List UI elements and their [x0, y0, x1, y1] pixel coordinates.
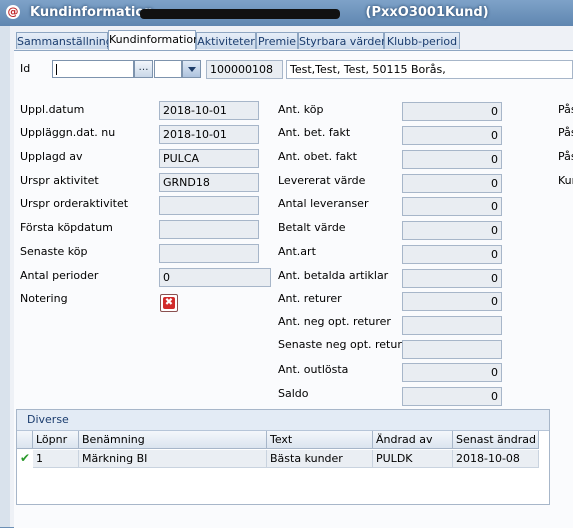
ellipsis-icon: …	[138, 62, 149, 73]
field-ant-obet-fakt: 0	[402, 150, 502, 169]
label-upplaggn-dat-nu: Uppläggn.dat. nu	[20, 126, 116, 139]
tab-aktiviteter[interactable]: Aktiviteter	[196, 32, 256, 49]
label-ant-returer: Ant. returer	[278, 292, 342, 305]
field-upplaggn-dat-nu: 2018-10-01	[159, 125, 259, 144]
label-senaste-kop: Senaste köp	[20, 245, 88, 258]
delete-icon: ✖	[163, 297, 175, 309]
grid-header-text[interactable]: Text	[267, 431, 373, 449]
label-ant-bet-fakt: Ant. bet. fakt	[278, 126, 351, 139]
redacted-title-part	[140, 9, 340, 19]
chevron-down-icon	[188, 67, 196, 72]
label-saldo: Saldo	[278, 387, 309, 400]
field-ant-returer: 0	[402, 292, 502, 311]
customer-window: Sammanställning Kundinformation Aktivite…	[10, 26, 573, 528]
tab-styrbara-varden[interactable]: Styrbara värden	[298, 32, 388, 49]
app-logo-icon: @	[6, 5, 20, 19]
field-upplagd-av: PULCA	[159, 149, 259, 168]
label-upplagd-av: Upplagd av	[20, 150, 83, 163]
label-pas-3: Pås	[558, 150, 573, 163]
notering-delete-button[interactable]: ✖	[160, 294, 178, 312]
field-antal-perioder: 0	[159, 268, 271, 287]
field-senaste-kop	[159, 244, 259, 263]
tab-sammanstallning[interactable]: Sammanställning	[16, 32, 113, 49]
window-title-bar[interactable]: @ Kundinformation (PxxO3001Kund)	[0, 0, 573, 26]
field-levererat-varde: 0	[402, 174, 502, 193]
field-ant-neg-opt-returer	[402, 316, 502, 335]
label-kun: Kun	[558, 174, 573, 187]
field-ant-outlosta: 0	[402, 363, 502, 382]
label-ant-kop: Ant. köp	[278, 103, 324, 116]
label-antal-leveranser: Antal leveranser	[278, 197, 369, 210]
field-urspr-orderaktivitet	[159, 196, 259, 215]
grid-header-lopnr[interactable]: Löpnr	[33, 431, 79, 449]
id-combo-dropdown-button[interactable]	[182, 60, 201, 78]
tab-premie[interactable]: Premie	[256, 32, 298, 49]
table-row-cell-senast-andrad[interactable]: 2018-10-08	[453, 450, 539, 468]
field-betalt-varde: 0	[402, 221, 502, 240]
table-row-cell-andrad-av[interactable]: PULDK	[373, 450, 453, 468]
table-row-cell-lopnr[interactable]: 1	[33, 450, 79, 468]
label-forsta-kopdatum: Första köpdatum	[20, 221, 113, 234]
field-uppl-datum: 2018-10-01	[159, 101, 259, 120]
tab-kundinformation[interactable]: Kundinformation	[108, 30, 200, 51]
customer-name-field: Test,Test, Test, 50115 Borås,	[286, 60, 573, 79]
field-senaste-neg-opt-retur	[402, 340, 502, 359]
left-window-strip	[0, 26, 10, 527]
label-betalt-varde: Betalt värde	[278, 221, 346, 234]
field-saldo: 0	[402, 387, 502, 406]
label-senaste-neg-opt-retur: Senaste neg opt. retur	[278, 338, 402, 351]
field-antal-leveranser: 0	[402, 197, 502, 216]
label-ant-art: Ant.art	[278, 245, 316, 258]
tab-klubb-period[interactable]: Klubb-period	[384, 32, 460, 49]
table-row-cell-text[interactable]: Bästa kunder	[267, 450, 373, 468]
table-row-cell-benamning[interactable]: Märkning BI	[79, 450, 267, 468]
customer-number-field: 100000108	[206, 60, 283, 79]
label-ant-neg-opt-returer: Ant. neg opt. returer	[278, 315, 391, 328]
diverse-title-bar: Diverse	[17, 410, 549, 431]
field-urspr-aktivitet: GRND18	[159, 173, 259, 192]
grid-header-senast-andrad[interactable]: Senast ändrad	[453, 431, 539, 449]
checkmark-icon: ✔	[20, 451, 31, 465]
diverse-title: Diverse	[27, 413, 69, 426]
label-notering: Notering	[20, 292, 68, 305]
grid-header-indicator	[17, 431, 33, 449]
id-input[interactable]	[52, 60, 134, 78]
field-ant-bet-fakt: 0	[402, 126, 502, 145]
field-ant-betalda-artiklar: 0	[402, 269, 502, 288]
label-pas-1: Pås	[558, 103, 573, 116]
label-urspr-orderaktivitet: Urspr orderaktivitet	[20, 197, 129, 210]
label-antal-perioder: Antal perioder	[20, 269, 99, 282]
grid-header-benamning[interactable]: Benämning	[79, 431, 267, 449]
label-urspr-aktivitet: Urspr aktivitet	[20, 174, 99, 187]
ellipsis-button[interactable]: …	[134, 60, 153, 78]
label-ant-obet-fakt: Ant. obet. fakt	[278, 150, 357, 163]
diverse-grid: Diverse Löpnr Benämning Text Ändrad av S…	[16, 409, 550, 505]
label-uppl-datum: Uppl.datum	[20, 103, 85, 116]
field-ant-kop: 0	[402, 102, 502, 121]
label-ant-betalda-artiklar: Ant. betalda artiklar	[278, 269, 389, 282]
grid-header-andrad-av[interactable]: Ändrad av	[373, 431, 453, 449]
label-ant-outlosta: Ant. outlösta	[278, 363, 349, 376]
label-levererat-varde: Levererat värde	[278, 174, 366, 187]
text-caret	[56, 64, 57, 75]
field-ant-art: 0	[402, 245, 502, 264]
label-pas-2: Pås	[558, 126, 573, 139]
id-combo[interactable]	[154, 60, 182, 78]
field-forsta-kopdatum	[159, 220, 259, 239]
id-label: Id	[20, 62, 31, 75]
